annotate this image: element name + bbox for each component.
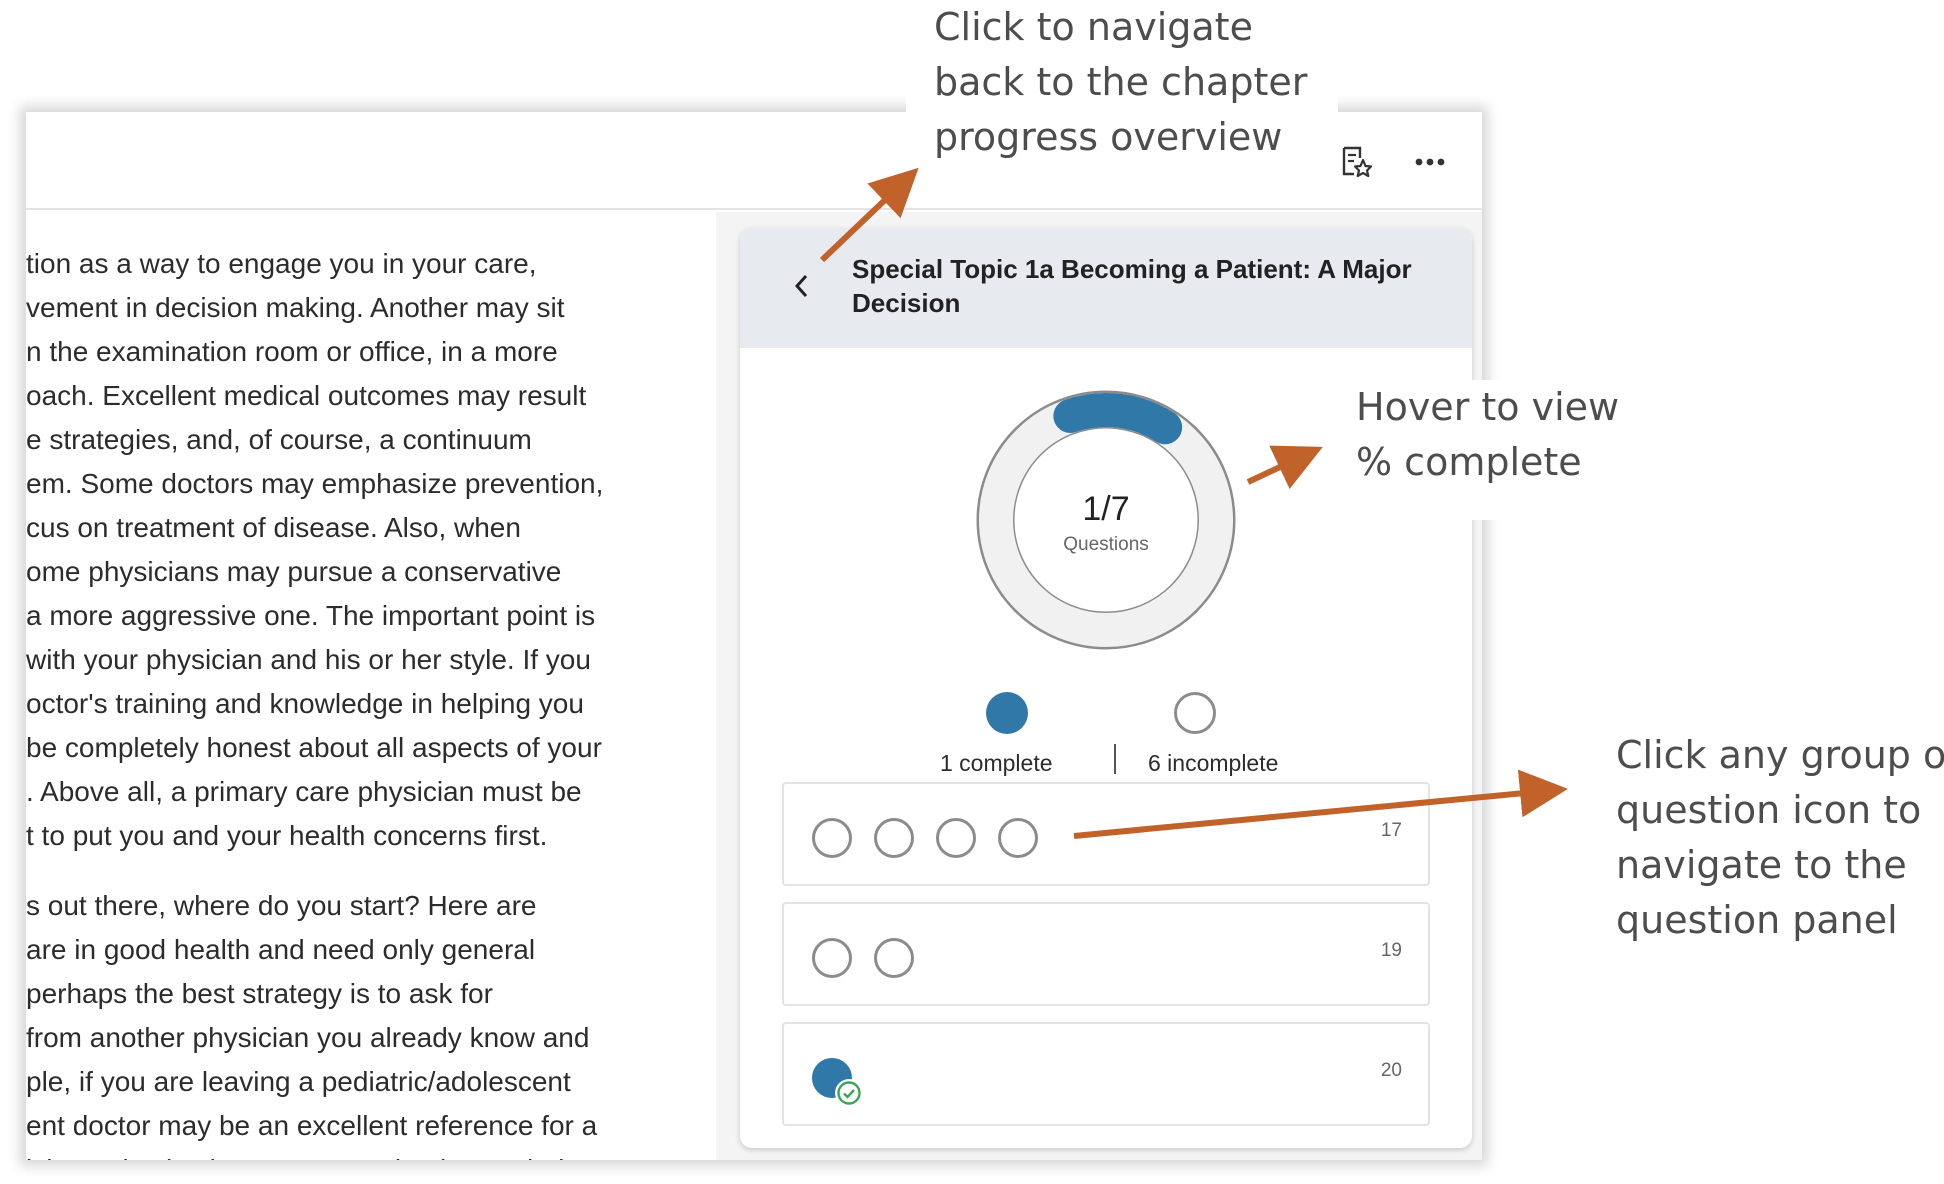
checkmark-icon — [835, 1079, 863, 1107]
reading-line: are in good health and need only general — [26, 934, 536, 965]
question-incomplete-icon[interactable] — [874, 938, 914, 978]
annotation-line: navigate to the — [1616, 843, 1907, 887]
progress-count: 1/7 — [1082, 490, 1130, 528]
reading-line: e strategies, and, of course, a continuu… — [26, 424, 532, 455]
group-page-number: 20 — [1380, 1060, 1402, 1081]
reading-line: n the examination room or office, in a m… — [26, 336, 558, 367]
reading-line: ent doctor may be an excellent reference… — [26, 1110, 598, 1141]
complete-count: 1 complete — [940, 750, 1053, 776]
back-annotation: Click to navigate back to the chapter pr… — [906, 0, 1338, 166]
reading-line: t to put you and your health concerns fi… — [26, 820, 548, 851]
study-guide-icon[interactable] — [1336, 142, 1376, 182]
reading-line: s out there, where do you start? Here ar… — [26, 890, 537, 921]
chapter-progress-card: Special Topic 1a Becoming a Patient: A M… — [740, 228, 1472, 1148]
annotation-line: Hover to view — [1356, 385, 1620, 429]
annotation-line: progress overview — [934, 115, 1283, 159]
question-incomplete-icon[interactable] — [812, 818, 852, 858]
chevron-left-icon — [794, 274, 808, 298]
reading-line: perhaps the best strategy is to ask for — [26, 978, 493, 1009]
legend-divider — [1114, 744, 1116, 774]
question-group[interactable]: 20 — [782, 1022, 1430, 1126]
annotation-line: back to the chapter — [934, 60, 1308, 104]
reading-line: vement in decision making. Another may s… — [26, 292, 565, 323]
back-button[interactable] — [784, 268, 820, 304]
annotation-line: question icon to — [1616, 788, 1922, 832]
question-incomplete-icon[interactable] — [936, 818, 976, 858]
incomplete-count: 6 incomplete — [1148, 750, 1279, 776]
complete-legend-dot — [986, 692, 1028, 734]
reading-line: be completely honest about all aspects o… — [26, 732, 602, 763]
progress-label: Questions — [1063, 534, 1149, 555]
reading-line: cus on treatment of disease. Also, when — [26, 512, 521, 543]
reading-line: with your physician and his or her style… — [26, 644, 591, 675]
reading-line: ician. It is also important to ask other… — [26, 1150, 564, 1160]
question-incomplete-icon[interactable] — [874, 818, 914, 858]
reading-line: from another physician you already know … — [26, 1022, 590, 1053]
annotation-line: Click any group or — [1616, 733, 1944, 777]
group-annotation: Click any group or question icon to navi… — [1600, 728, 1944, 958]
more-options-icon[interactable] — [1410, 142, 1450, 182]
card-header: Special Topic 1a Becoming a Patient: A M… — [740, 228, 1472, 348]
reading-line: ome physicians may pursue a conservative — [26, 556, 562, 587]
reading-line: tion as a way to engage you in your care… — [26, 248, 537, 279]
reading-line: octor's training and knowledge in helpin… — [26, 688, 584, 719]
reading-line: ple, if you are leaving a pediatric/adol… — [26, 1066, 571, 1097]
question-complete-icon[interactable] — [812, 1058, 863, 1107]
hover-annotation: Hover to view % complete — [1336, 380, 1624, 520]
reading-line: . Above all, a primary care physician mu… — [26, 776, 582, 807]
annotation-line: % complete — [1356, 440, 1582, 484]
annotation-line: Click to navigate — [934, 5, 1253, 49]
app-window: tion as a way to engage you in your care… — [26, 112, 1482, 1160]
group-page-number: 17 — [1380, 820, 1402, 841]
question-incomplete-icon[interactable] — [998, 818, 1038, 858]
progress-arc — [1053, 393, 1183, 445]
reading-line: oach. Excellent medical outcomes may res… — [26, 380, 587, 411]
reading-line: em. Some doctors may emphasize preventio… — [26, 468, 604, 499]
question-group[interactable]: 17 — [782, 782, 1430, 886]
incomplete-legend-dot — [1174, 692, 1216, 734]
question-group[interactable]: 19 — [782, 902, 1430, 1006]
annotation-line: question panel — [1616, 898, 1898, 942]
group-page-number: 19 — [1380, 940, 1402, 961]
reading-pane: tion as a way to engage you in your care… — [26, 212, 716, 1160]
chapter-title: Special Topic 1a Becoming a Patient: A M… — [852, 254, 1412, 318]
reading-line: a more aggressive one. The important poi… — [26, 600, 596, 631]
question-incomplete-icon[interactable] — [812, 938, 852, 978]
